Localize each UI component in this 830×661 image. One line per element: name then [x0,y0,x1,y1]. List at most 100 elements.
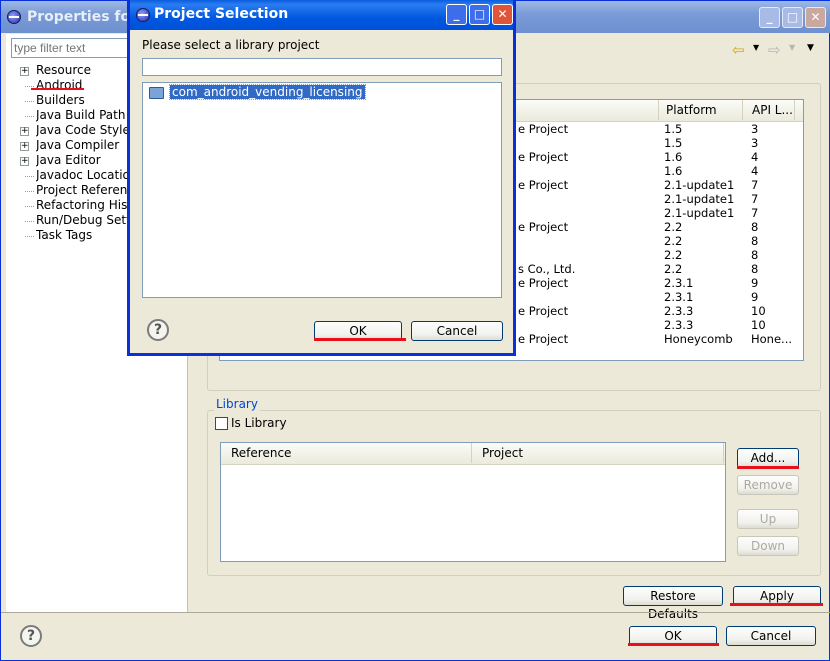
project-column-header[interactable]: Project [482,446,523,460]
target-cell-api[interactable]: 8 [751,248,758,262]
tree-item-android[interactable]: Android [36,78,128,93]
tree-item-java-build-path[interactable]: Java Build Path [36,108,128,123]
help-icon[interactable]: ? [20,625,42,647]
target-cell-platform[interactable]: 2.3.1 [664,276,693,290]
api-level-column-header[interactable]: API L... [752,103,793,117]
eclipse-icon [136,8,150,22]
target-cell-api[interactable]: 9 [751,290,758,304]
tree-item-javadoc-location[interactable]: Javadoc Location [36,168,128,183]
expand-toggle-icon[interactable]: + [20,127,29,136]
target-cell-vendor[interactable]: e Project [518,304,568,318]
dialog-maximize-button[interactable]: □ [469,4,490,25]
platform-column-header[interactable]: Platform [666,103,717,117]
target-cell-api[interactable]: 7 [751,178,758,192]
android-highlight [31,88,84,90]
target-cell-api[interactable]: 9 [751,276,758,290]
reference-column-header[interactable]: Reference [231,446,291,460]
dialog-help-icon[interactable]: ? [147,319,169,341]
tree-connector [25,236,34,237]
target-cell-platform[interactable]: 2.2 [664,248,682,262]
up-button[interactable]: Up [737,509,799,529]
forward-arrow-icon[interactable]: ⇨ [768,41,781,59]
tree-item-project-references[interactable]: Project References [36,183,128,198]
expand-toggle-icon[interactable]: + [20,67,29,76]
tree-item-java-compiler[interactable]: Java Compiler [36,138,128,153]
minimize-button[interactable]: _ [759,7,780,28]
target-cell-api[interactable]: 3 [751,136,758,150]
cancel-button[interactable]: Cancel [726,626,816,646]
project-list-item[interactable]: com_android_vending_licensing [169,84,366,100]
target-cell-api[interactable]: 7 [751,206,758,220]
target-cell-vendor[interactable]: e Project [518,178,568,192]
target-cell-platform[interactable]: 1.5 [664,122,682,136]
target-cell-vendor[interactable]: s Co., Ltd. [518,262,575,276]
target-cell-platform[interactable]: 2.2 [664,234,682,248]
add-highlight [737,466,799,469]
target-cell-vendor[interactable]: e Project [518,332,568,346]
filter-input[interactable] [11,38,129,58]
target-cell-api[interactable]: Hone... [751,332,792,346]
target-cell-vendor[interactable]: e Project [518,150,568,164]
target-cell-platform[interactable]: 2.3.3 [664,318,693,332]
target-cell-platform[interactable]: 2.2 [664,220,682,234]
remove-button[interactable]: Remove [737,475,799,495]
target-cell-platform[interactable]: Honeycomb [664,332,733,346]
maximize-button[interactable]: □ [782,7,803,28]
target-cell-platform[interactable]: 1.6 [664,164,682,178]
tree-item-refactoring-history[interactable]: Refactoring History [36,198,128,213]
view-menu-icon[interactable]: ▼ [807,43,814,53]
back-arrow-icon[interactable]: ⇦ [732,41,745,59]
tree-connector [25,221,34,222]
project-list[interactable]: com_android_vending_licensing [142,82,502,298]
target-cell-platform[interactable]: 1.6 [664,150,682,164]
target-cell-platform[interactable]: 2.1-update1 [664,206,734,220]
dialog-title: Project Selection [154,6,289,22]
close-button[interactable]: ✕ [805,7,826,28]
target-cell-api[interactable]: 7 [751,192,758,206]
target-cell-api[interactable]: 4 [751,150,758,164]
apply-highlight [730,603,823,606]
target-cell-api[interactable]: 3 [751,122,758,136]
is-library-checkbox[interactable] [215,417,228,430]
library-reference-table[interactable]: Reference Project [220,442,726,562]
expand-toggle-icon[interactable]: + [20,142,29,151]
forward-dropdown-icon[interactable]: ▼ [789,43,795,52]
tree-connector [25,86,34,87]
target-cell-vendor[interactable]: e Project [518,276,568,290]
target-cell-platform[interactable]: 2.3.1 [664,290,693,304]
tree-item-java-code-style[interactable]: Java Code Style [36,123,128,138]
library-table-header: Reference Project [221,443,725,465]
dialog-close-button[interactable]: ✕ [492,4,513,25]
eclipse-icon [7,10,21,24]
tree-item-java-editor[interactable]: Java Editor [36,153,128,168]
tree-item-resource[interactable]: Resource [36,63,128,78]
dialog-titlebar[interactable]: Project Selection _ □ ✕ [130,0,513,30]
add-button[interactable]: Add... [737,448,799,468]
tree-item-run-debug-settings[interactable]: Run/Debug Settings [36,213,128,228]
tree-connector [25,176,34,177]
expand-toggle-icon[interactable]: + [20,157,29,166]
target-cell-platform[interactable]: 2.2 [664,262,682,276]
dialog-cancel-button[interactable]: Cancel [411,321,503,341]
project-filter-input[interactable] [142,58,502,76]
ok-highlight [628,643,719,646]
target-cell-platform[interactable]: 2.1-update1 [664,178,734,192]
restore-defaults-button[interactable]: Restore Defaults [623,586,723,621]
back-dropdown-icon[interactable]: ▼ [753,43,759,52]
target-cell-api[interactable]: 4 [751,164,758,178]
target-cell-api[interactable]: 10 [751,304,766,318]
tree-connector [25,116,34,117]
target-cell-vendor[interactable]: e Project [518,122,568,136]
target-cell-api[interactable]: 10 [751,318,766,332]
tree-item-task-tags[interactable]: Task Tags [36,228,128,243]
tree-item-builders[interactable]: Builders [36,93,128,108]
target-cell-vendor[interactable]: e Project [518,220,568,234]
dialog-minimize-button[interactable]: _ [446,4,467,25]
target-cell-platform[interactable]: 1.5 [664,136,682,150]
target-cell-api[interactable]: 8 [751,262,758,276]
target-cell-platform[interactable]: 2.1-update1 [664,192,734,206]
target-cell-api[interactable]: 8 [751,220,758,234]
down-button[interactable]: Down [737,536,799,556]
target-cell-api[interactable]: 8 [751,234,758,248]
target-cell-platform[interactable]: 2.3.3 [664,304,693,318]
